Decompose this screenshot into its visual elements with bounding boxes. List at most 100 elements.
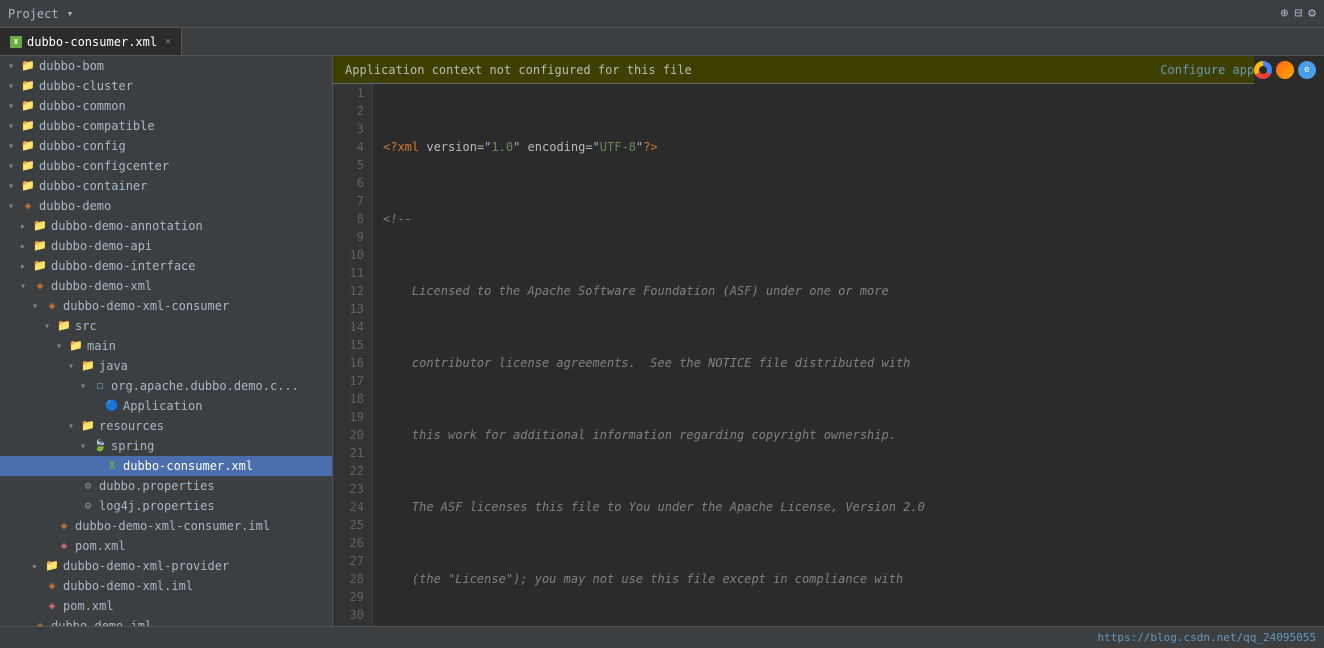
sidebar-item-label: dubbo-demo-api — [51, 239, 152, 253]
code-line-4: contributor license agreements. See the … — [383, 354, 1324, 372]
sidebar-item-main[interactable]: ▾ 📁 main — [0, 336, 332, 356]
sidebar-item-dubbo-demo[interactable]: ▾ ◈ dubbo-demo — [0, 196, 332, 216]
folder-icon: 📁 — [80, 419, 96, 433]
settings-icon[interactable]: ⚙ — [1308, 6, 1316, 21]
line-num: 27 — [337, 552, 364, 570]
sidebar-item-iml-demo[interactable]: ◈ dubbo-demo.iml — [0, 616, 332, 626]
tab-bar: X dubbo-consumer.xml ✕ — [0, 28, 1324, 56]
expand-arrow: ▸ — [20, 261, 32, 272]
sidebar-item-application-class[interactable]: 🔵 Application — [0, 396, 332, 416]
sidebar-item-dubbo-demo-interface[interactable]: ▸ 📁 dubbo-demo-interface — [0, 256, 332, 276]
sidebar-item-dubbo-properties[interactable]: ⚙ dubbo.properties — [0, 476, 332, 496]
sidebar-item-iml-consumer[interactable]: ◈ dubbo-demo-xml-consumer.iml — [0, 516, 332, 536]
sidebar-item-dubbo-demo-annotation[interactable]: ▸ 📁 dubbo-demo-annotation — [0, 216, 332, 236]
no-arrow — [92, 401, 104, 412]
folder-icon: 📁 — [20, 99, 36, 113]
iml-icon: ◈ — [44, 579, 60, 593]
project-label: Project — [8, 7, 59, 21]
sidebar-item-dubbo-cluster[interactable]: ▾ 📁 dubbo-cluster — [0, 76, 332, 96]
sidebar-item-resources[interactable]: ▾ 📁 resources — [0, 416, 332, 436]
spring-icon: 🍃 — [92, 439, 108, 453]
line-num: 18▾ — [337, 390, 364, 408]
line-num: 6 — [337, 174, 364, 192]
line-num: 13 — [337, 300, 364, 318]
sidebar-item-dubbo-demo-api[interactable]: ▸ 📁 dubbo-demo-api — [0, 236, 332, 256]
line-num: 8 — [337, 210, 364, 228]
folder-icon: 📁 — [20, 79, 36, 93]
line-num: 4 — [337, 138, 364, 156]
notification-bar: Application context not configured for t… — [333, 56, 1324, 84]
no-arrow — [44, 541, 56, 552]
sidebar-item-pom-xml[interactable]: ◈ pom.xml — [0, 596, 332, 616]
collapse-arrow: ▾ — [8, 161, 20, 172]
line-num: 24 — [337, 498, 364, 516]
folder-icon: 📁 — [20, 139, 36, 153]
sidebar-item-label: java — [99, 359, 128, 373]
collapse-arrow: ▾ — [8, 141, 20, 152]
line-num: 22 — [337, 462, 364, 480]
sidebar-item-dubbo-bom[interactable]: ▾ 📁 dubbo-bom — [0, 56, 332, 76]
expand-arrow: ▸ — [20, 221, 32, 232]
tab-close-button[interactable]: ✕ — [165, 36, 171, 47]
layout-icon[interactable]: ⊟ — [1294, 6, 1302, 21]
sidebar-item-label: dubbo-demo-xml-consumer — [63, 299, 229, 313]
iml-icon: ◈ — [56, 519, 72, 533]
sidebar-item-dubbo-configcenter[interactable]: ▾ 📁 dubbo-configcenter — [0, 156, 332, 176]
code-line-3: Licensed to the Apache Software Foundati… — [383, 282, 1324, 300]
project-dropdown-arrow[interactable]: ▾ — [67, 7, 74, 20]
add-config-icon[interactable]: ⊕ — [1281, 6, 1289, 21]
firefox-icon[interactable] — [1276, 61, 1294, 79]
iml-icon: ◈ — [32, 619, 48, 626]
java-folder-icon: 📁 — [80, 359, 96, 373]
sidebar-item-label: dubbo-container — [39, 179, 147, 193]
expand-arrow: ▾ — [8, 201, 20, 212]
sidebar-item-label: dubbo-config — [39, 139, 126, 153]
project-sidebar: ▾ 📁 dubbo-bom ▾ 📁 dubbo-cluster ▾ 📁 dubb… — [0, 56, 333, 626]
line-numbers: 1 2▾ 3 4 5 6 7 8 9 10 11 12 13 14 15 16 … — [333, 84, 373, 626]
xml-icon: X — [104, 459, 120, 473]
sidebar-item-label: dubbo-bom — [39, 59, 104, 73]
sidebar-item-dubbo-compatible[interactable]: ▾ 📁 dubbo-compatible — [0, 116, 332, 136]
sidebar-item-dubbo-common[interactable]: ▾ 📁 dubbo-common — [0, 96, 332, 116]
pom-icon: ◈ — [56, 539, 72, 553]
line-num: 31 — [337, 624, 364, 626]
chrome-icon[interactable] — [1254, 61, 1272, 79]
line-num: 1 — [337, 84, 364, 102]
main-layout: ▾ 📁 dubbo-bom ▾ 📁 dubbo-cluster ▾ 📁 dubb… — [0, 56, 1324, 626]
sidebar-item-dubbo-demo-xml[interactable]: ▾ ◈ dubbo-demo-xml — [0, 276, 332, 296]
collapse-arrow: ▾ — [8, 81, 20, 92]
sidebar-item-dubbo-consumer-xml[interactable]: X dubbo-consumer.xml — [0, 456, 332, 476]
code-editor[interactable]: 1 2▾ 3 4 5 6 7 8 9 10 11 12 13 14 15 16 … — [333, 84, 1324, 626]
folder-icon: 📁 — [32, 239, 48, 253]
sidebar-item-spring[interactable]: ▾ 🍃 spring — [0, 436, 332, 456]
sidebar-item-src[interactable]: ▾ 📁 src — [0, 316, 332, 336]
sidebar-item-java[interactable]: ▾ 📁 java — [0, 356, 332, 376]
line-num: 2▾ — [337, 102, 364, 120]
sidebar-item-label: log4j.properties — [99, 499, 215, 513]
sidebar-item-package[interactable]: ▾ ◻ org.apache.dubbo.demo.c... — [0, 376, 332, 396]
line-num: 28 — [337, 570, 364, 588]
sidebar-item-dubbo-container[interactable]: ▾ 📁 dubbo-container — [0, 176, 332, 196]
sidebar-item-log4j-properties[interactable]: ⚙ log4j.properties — [0, 496, 332, 516]
tab-dubbo-consumer-xml[interactable]: X dubbo-consumer.xml ✕ — [0, 28, 182, 55]
sidebar-item-dubbo-demo-xml-provider[interactable]: ▸ 📁 dubbo-demo-xml-provider — [0, 556, 332, 576]
sidebar-item-iml-xml[interactable]: ◈ dubbo-demo-xml.iml — [0, 576, 332, 596]
code-line-2: <!-- — [383, 210, 1324, 228]
sidebar-item-label: dubbo-consumer.xml — [123, 459, 253, 473]
bottom-link[interactable]: https://blog.csdn.net/qq_24095055 — [1097, 631, 1316, 644]
tab-label: dubbo-consumer.xml — [27, 35, 157, 49]
code-content[interactable]: <?xml version="1.0" encoding="UTF-8"?> <… — [373, 84, 1324, 626]
code-line-7: (the "License"); you may not use this fi… — [383, 570, 1324, 588]
edge-icon[interactable]: e — [1298, 61, 1316, 79]
line-num: 7 — [337, 192, 364, 210]
sidebar-item-label: dubbo.properties — [99, 479, 215, 493]
sidebar-item-label: dubbo-demo.iml — [51, 619, 152, 626]
line-num: 17 — [337, 372, 364, 390]
expand-arrow: ▸ — [20, 241, 32, 252]
sidebar-item-dubbo-demo-xml-consumer[interactable]: ▾ ◈ dubbo-demo-xml-consumer — [0, 296, 332, 316]
xml-file-icon: X — [10, 36, 22, 48]
line-num: 16 — [337, 354, 364, 372]
expand-arrow: ▾ — [56, 341, 68, 352]
sidebar-item-pom-consumer[interactable]: ◈ pom.xml — [0, 536, 332, 556]
sidebar-item-dubbo-config[interactable]: ▾ 📁 dubbo-config — [0, 136, 332, 156]
